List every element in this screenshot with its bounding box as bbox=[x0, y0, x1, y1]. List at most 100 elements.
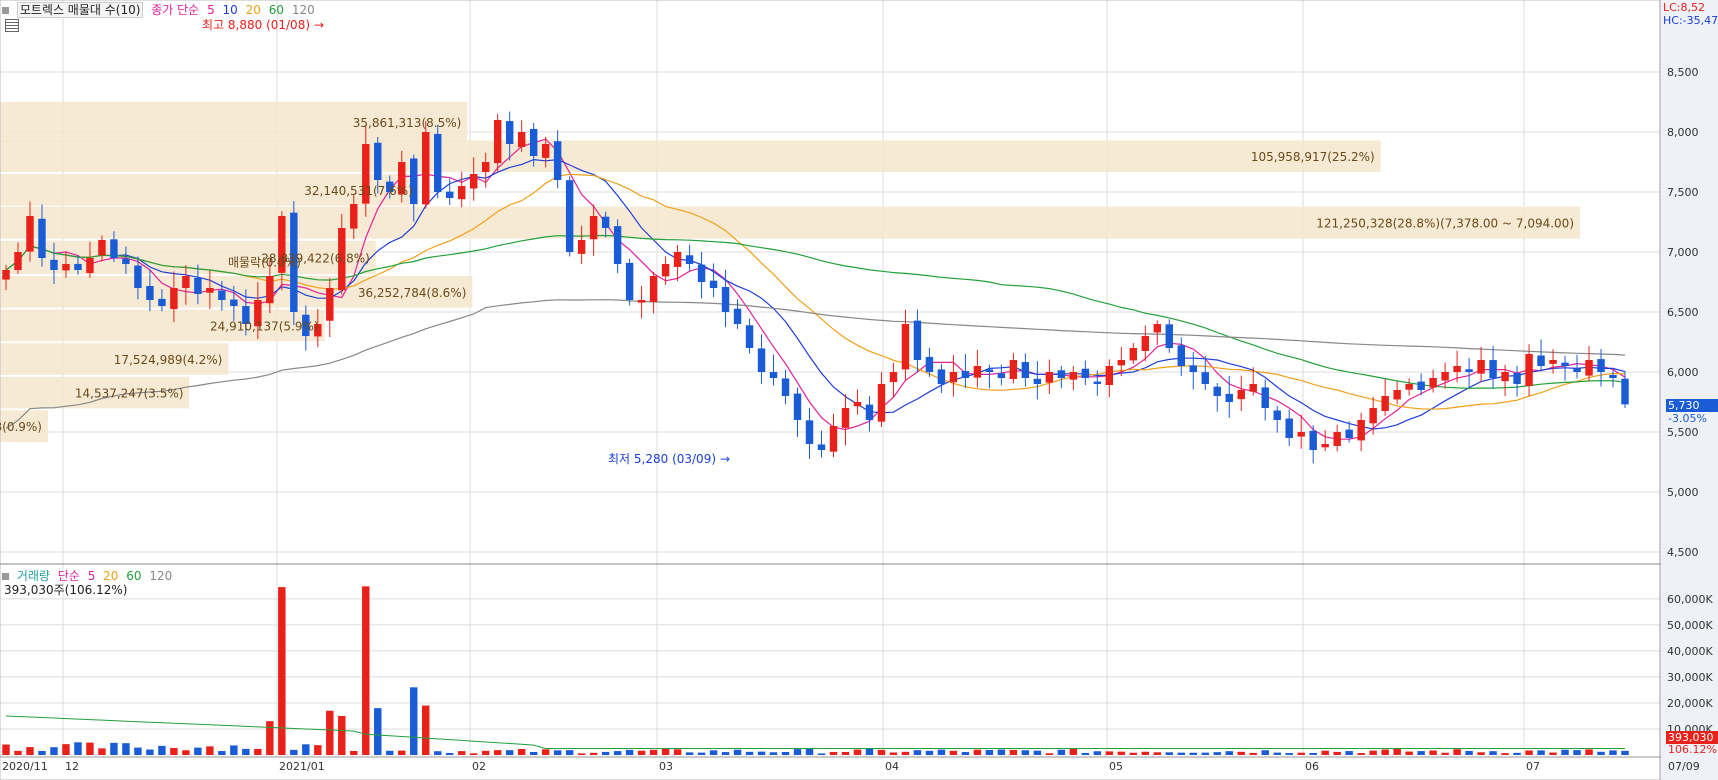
ma20-label: 20 bbox=[245, 3, 261, 17]
volume-bar bbox=[793, 749, 802, 755]
candle-body bbox=[1225, 393, 1233, 402]
volume-bar bbox=[1057, 749, 1066, 755]
candle-body bbox=[170, 288, 178, 310]
candle-body bbox=[146, 285, 154, 300]
ma-label: 종가 단순 bbox=[151, 3, 200, 17]
price-tick-label: 8,500 bbox=[1667, 66, 1699, 79]
volume-bar bbox=[302, 744, 310, 755]
panel-menu-icon[interactable] bbox=[2, 573, 9, 580]
candle-body bbox=[709, 280, 718, 288]
candle-body bbox=[901, 324, 910, 370]
volume-bar bbox=[446, 753, 454, 755]
volume-bar bbox=[733, 749, 742, 755]
volume-bar bbox=[122, 743, 130, 755]
candle-body bbox=[1249, 384, 1257, 392]
candle-body bbox=[637, 300, 646, 303]
x-tick-label: 06 bbox=[1305, 760, 1319, 773]
volume-bar bbox=[1405, 751, 1413, 755]
volume-bar bbox=[1585, 749, 1593, 755]
candle-body bbox=[1081, 368, 1090, 378]
volume-bar bbox=[901, 751, 910, 755]
candle-body bbox=[469, 174, 478, 189]
volume-bar bbox=[781, 751, 790, 755]
volume-bar bbox=[613, 751, 622, 755]
stock-chart[interactable]: 8,500 8,000 7,500 7,000 6,500 6,000 5,500 5,000… bbox=[0, 0, 1718, 780]
volume-bar bbox=[86, 742, 94, 755]
volume-bar bbox=[529, 752, 538, 755]
volume-bar bbox=[541, 749, 550, 755]
candle-body bbox=[1405, 384, 1413, 390]
candle-body bbox=[733, 308, 742, 324]
candle-body bbox=[350, 204, 358, 229]
volume-bar bbox=[1417, 751, 1425, 755]
lc-value: LC:8,52 bbox=[1663, 1, 1706, 14]
volume-profile-label: 32,140,531(7.6%) bbox=[304, 184, 413, 198]
current-volume-pct: 106.12% bbox=[1668, 743, 1717, 756]
candle-body bbox=[1141, 336, 1150, 351]
volume-bar bbox=[817, 753, 826, 755]
volume-tick-label: 30,000K bbox=[1667, 671, 1713, 684]
ma5-label: 5 bbox=[207, 3, 215, 17]
volume-bar bbox=[853, 749, 862, 755]
volume-bar bbox=[326, 710, 334, 755]
volume-bar bbox=[1597, 751, 1605, 755]
candle-body bbox=[74, 263, 82, 270]
candle-body bbox=[38, 218, 46, 258]
price-panel-title[interactable]: 모트렉스 매물대 수(10) bbox=[16, 2, 144, 18]
volume-profile-band bbox=[0, 140, 1381, 172]
low-annotation: 최저 5,280 (03/09) → bbox=[608, 452, 731, 466]
volume-bar bbox=[290, 749, 298, 755]
volume-bar bbox=[481, 750, 490, 755]
candle-body bbox=[565, 180, 574, 252]
candle-body bbox=[601, 216, 610, 228]
candle-body bbox=[1429, 378, 1437, 388]
volume-profile-label: 3,682,118(0.9%) bbox=[0, 420, 42, 434]
vol-ma120-label: 120 bbox=[149, 569, 173, 583]
candle-body bbox=[446, 191, 454, 198]
candle-body bbox=[1585, 360, 1593, 376]
volume-bar bbox=[601, 751, 610, 755]
candle-body bbox=[481, 162, 490, 173]
candle-body bbox=[793, 393, 802, 420]
x-tick-label: 02 bbox=[472, 760, 486, 773]
current-price-badge: 5,730 bbox=[1666, 399, 1718, 412]
ma120-label: 120 bbox=[291, 3, 315, 17]
volume-bar bbox=[769, 752, 778, 755]
panel-menu-icon[interactable] bbox=[2, 7, 9, 14]
volume-bar bbox=[625, 749, 634, 755]
volume-bar bbox=[1237, 751, 1245, 755]
candle-body bbox=[937, 369, 946, 384]
hc-value: HC:-35,47 bbox=[1663, 14, 1718, 27]
candle-body bbox=[721, 286, 730, 312]
candle-body bbox=[1369, 408, 1377, 424]
candle-body bbox=[1237, 390, 1245, 400]
volume-bar bbox=[278, 587, 286, 755]
volume-bars bbox=[2, 586, 1629, 755]
volume-bar bbox=[1441, 752, 1449, 755]
x-tick-label: 07/09 bbox=[1668, 760, 1700, 773]
volume-bar bbox=[50, 747, 58, 755]
candle-body bbox=[1153, 324, 1162, 333]
volume-bar bbox=[469, 753, 478, 755]
volume-bar bbox=[961, 752, 970, 755]
candle-body bbox=[326, 288, 334, 321]
x-tick-label: 03 bbox=[659, 760, 673, 773]
candle-body bbox=[1597, 359, 1605, 372]
candle-body bbox=[853, 402, 862, 407]
last-volume-text: 393,030주(106.12%) bbox=[4, 583, 128, 597]
candle-body bbox=[1477, 360, 1485, 374]
volume-profile-label: 35,861,313(8.5%) bbox=[353, 116, 462, 130]
volume-tick-label: 20,000K bbox=[1667, 697, 1713, 710]
volume-bar bbox=[865, 748, 874, 755]
volume-bar bbox=[1261, 750, 1269, 755]
volume-bar bbox=[829, 751, 838, 755]
candle-body bbox=[1321, 444, 1329, 448]
volume-bar bbox=[577, 753, 586, 755]
table-icon[interactable] bbox=[5, 19, 19, 32]
volume-bar bbox=[38, 750, 46, 755]
candle-body bbox=[1165, 324, 1173, 348]
candle-body bbox=[817, 444, 826, 450]
volume-bar bbox=[1381, 749, 1389, 755]
volume-bar bbox=[565, 750, 574, 755]
candle-body bbox=[266, 276, 274, 304]
